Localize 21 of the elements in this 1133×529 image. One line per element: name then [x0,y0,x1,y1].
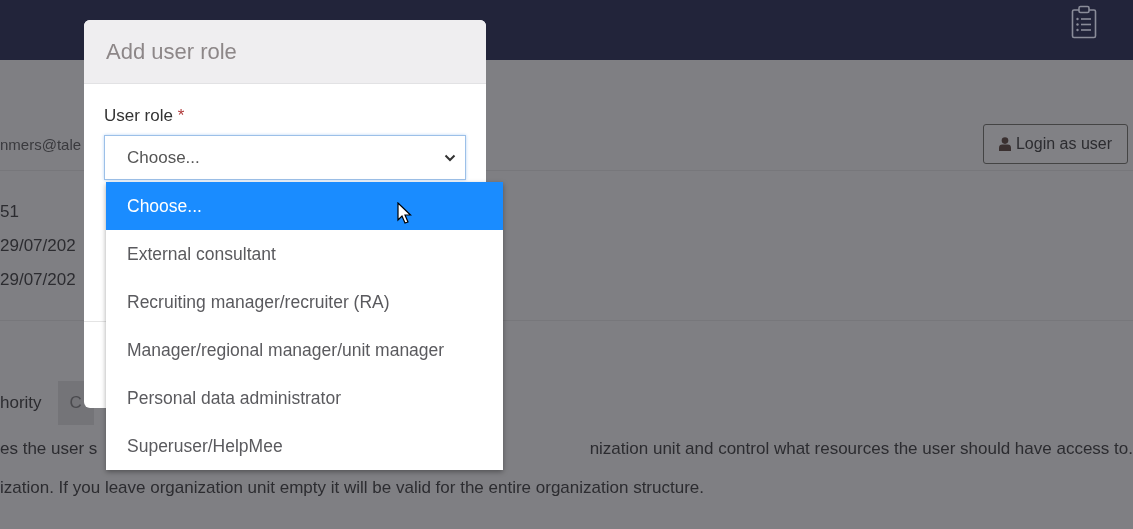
detail-value: 29/07/202 [0,269,76,291]
dropdown-option[interactable]: Personal data administrator [106,374,503,422]
description-text: ization. If you leave organization unit empty it will be valid for the entire organization structure. [0,477,704,499]
dropdown-option[interactable]: External consultant [106,230,503,278]
login-as-user-button[interactable]: Login as user [982,124,1128,164]
detail-value: 51 [0,201,19,223]
description-text: nization unit and control what resources the user should have access to. [589,438,1133,460]
dropdown-option[interactable]: Recruiting manager/recruiter (RA) [106,278,503,326]
field-label: User role * [104,106,186,126]
user-role-select[interactable]: Choose... [104,135,466,180]
tab[interactable]: hority [0,381,42,425]
mouse-cursor-icon [397,202,412,225]
dialog-title: Add user role [106,38,237,65]
detail-value: 29/07/202 [0,235,76,257]
clipboard-icon[interactable] [1071,5,1097,39]
chevron-down-icon [444,153,456,162]
email-text: nmers@tale [0,135,82,153]
person-icon [998,137,1011,151]
dropdown-option[interactable]: Manager/regional manager/unit manager [106,326,503,374]
dropdown-option[interactable]: Superuser/HelpMee [106,422,503,470]
description-text: es the user s [0,438,98,460]
